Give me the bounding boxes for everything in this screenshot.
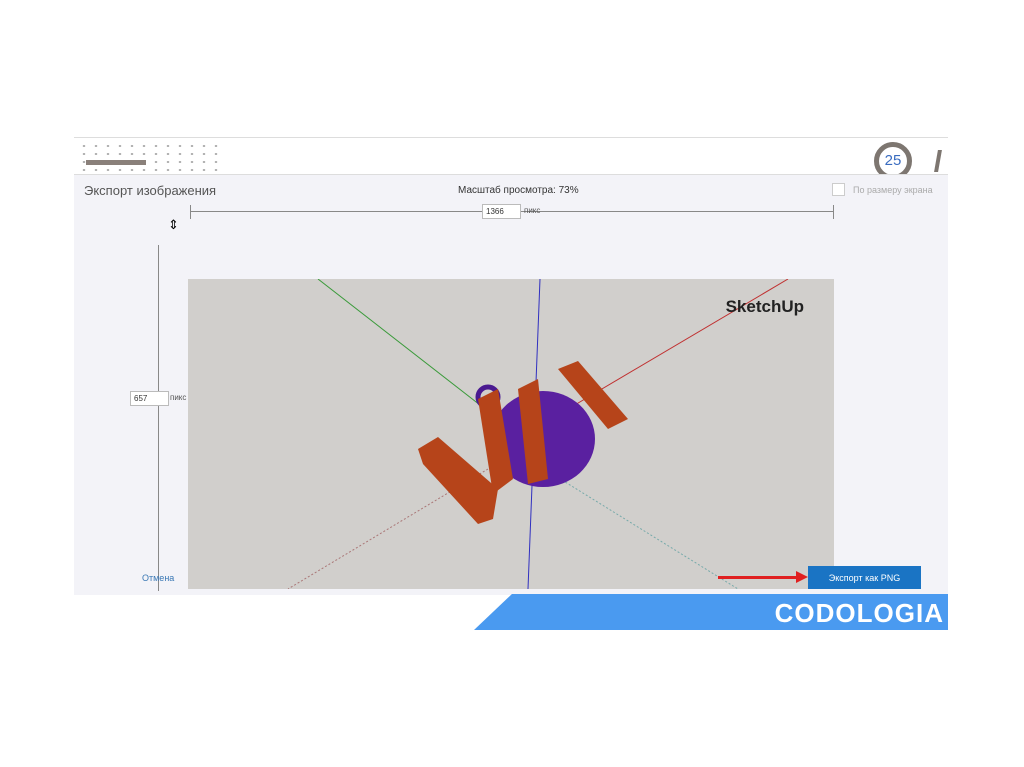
decor-bar <box>86 160 146 165</box>
fit-screen-label: По размеру экрана <box>853 184 933 195</box>
model-preview: SketchUp <box>188 279 834 589</box>
height-dimension-line <box>158 245 159 591</box>
export-png-button[interactable]: Экспорт как PNG <box>808 566 921 589</box>
slide: 25 Экспорт изображения Масштаб просмотра… <box>74 137 948 630</box>
dim-tick <box>833 205 834 219</box>
height-unit: пикс <box>170 393 187 402</box>
aspect-lock-icon[interactable]: ⇕ <box>168 217 179 233</box>
fit-screen-checkbox[interactable] <box>832 183 845 196</box>
preview-scale: Масштаб просмотра: 73% <box>458 185 579 196</box>
letter-part <box>418 437 498 524</box>
height-input[interactable]: 657 <box>130 391 169 406</box>
width-input[interactable]: 1366 <box>482 204 521 219</box>
red-arrow <box>718 576 798 579</box>
cancel-link[interactable]: Отмена <box>142 573 174 583</box>
sketchup-logo: SketchUp <box>725 297 804 316</box>
export-dialog: Экспорт изображения Масштаб просмотра: 7… <box>74 174 948 595</box>
decor-dots <box>78 142 218 172</box>
decor-slash <box>934 150 942 172</box>
fit-screen-option[interactable]: По размеру экрана <box>832 183 933 196</box>
width-unit: пикс <box>524 206 541 215</box>
dialog-title: Экспорт изображения <box>84 183 217 198</box>
codologia-logo: CODOLOGIA <box>774 598 944 628</box>
dim-tick <box>190 205 191 219</box>
model-scene <box>287 279 789 589</box>
green-axis <box>317 279 499 420</box>
red-arrow-head <box>796 571 808 583</box>
